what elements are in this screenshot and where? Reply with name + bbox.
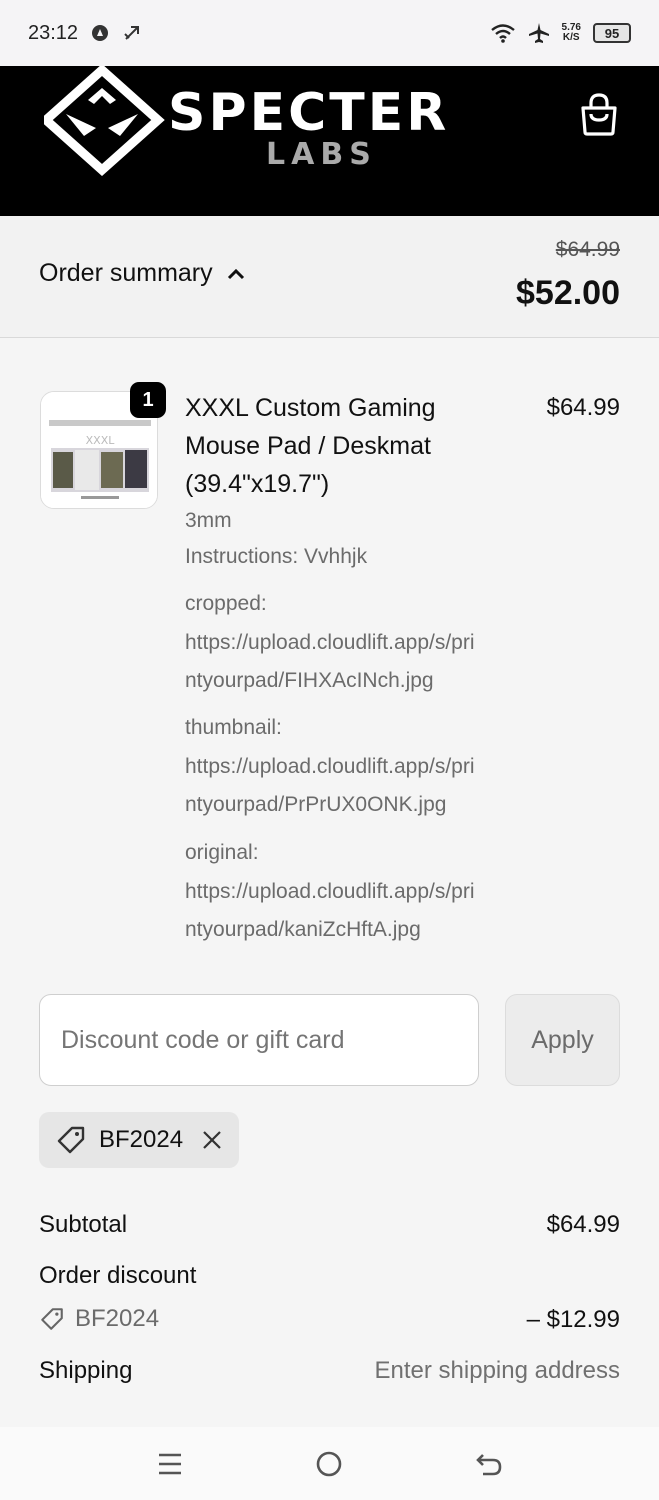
discount-code-row: BF2024 (39, 1305, 159, 1333)
system-nav-bar (0, 1427, 659, 1500)
shipping-value: Enter shipping address (374, 1357, 620, 1384)
quantity-badge: 1 (130, 382, 166, 418)
wifi-icon (490, 24, 515, 43)
status-time: 23:12 (28, 21, 79, 44)
chevron-up-icon (227, 268, 244, 279)
original-total: $64.99 (555, 238, 620, 261)
thumbnail-property: thumbnail: https://upload.cloudlift.app/… (185, 716, 475, 816)
shopping-bag-icon[interactable] (576, 92, 622, 138)
discount-value: – $12.99 (526, 1306, 620, 1333)
product-price: $64.99 (546, 394, 620, 421)
subtotal-label: Subtotal (39, 1211, 128, 1238)
close-icon[interactable] (201, 1129, 223, 1151)
tag-icon (57, 1126, 85, 1154)
product-variant: 3mm (185, 509, 232, 532)
notification-icon (92, 25, 109, 41)
applied-discount-chip: BF2024 (39, 1112, 240, 1168)
product-instructions: Instructions: Vvhhjk (185, 545, 368, 568)
svg-text:XXXL: XXXL (86, 434, 116, 447)
product-title: XXXL Custom Gaming Mouse Pad / Deskmat (… (185, 394, 436, 498)
back-icon[interactable] (469, 1444, 509, 1484)
tag-icon (41, 1308, 63, 1330)
order-summary-toggle[interactable]: Order summary (39, 259, 245, 288)
home-icon[interactable] (309, 1444, 349, 1484)
airplane-icon (528, 23, 549, 43)
subtotal-value: $64.99 (546, 1211, 620, 1238)
site-header: SPECTER LABS (0, 63, 659, 216)
brand-logo[interactable]: SPECTER LABS (39, 63, 514, 181)
order-summary-label: Order summary (39, 259, 213, 287)
assist-icon (124, 26, 140, 40)
applied-discount-code: BF2024 (99, 1126, 184, 1153)
cropped-property: cropped: https://upload.cloudlift.app/s/… (185, 592, 475, 692)
battery-icon: 95 (593, 23, 631, 43)
shipping-label: Shipping (39, 1357, 133, 1384)
discount-code-input[interactable] (39, 994, 479, 1086)
menu-icon[interactable] (150, 1444, 190, 1484)
status-bar: 23:12 5.76 K/S 95 (0, 0, 659, 66)
apply-discount-button[interactable]: Apply (505, 994, 620, 1086)
order-summary-bar: Order summary $64.99 $52.00 (0, 216, 659, 338)
net-speed: 5.76 K/S (561, 22, 581, 43)
order-discount-label: Order discount (39, 1262, 197, 1289)
brand-sub-text: LABS (266, 137, 377, 172)
brand-main-text: SPECTER (168, 83, 449, 143)
original-property: original: https://upload.cloudlift.app/s… (185, 841, 475, 941)
order-details: XXXL 1 XXXL Custom Gaming Mouse Pad / De… (0, 339, 659, 1427)
discount-code-text: BF2024 (75, 1305, 160, 1332)
order-total: $52.00 (516, 274, 620, 312)
